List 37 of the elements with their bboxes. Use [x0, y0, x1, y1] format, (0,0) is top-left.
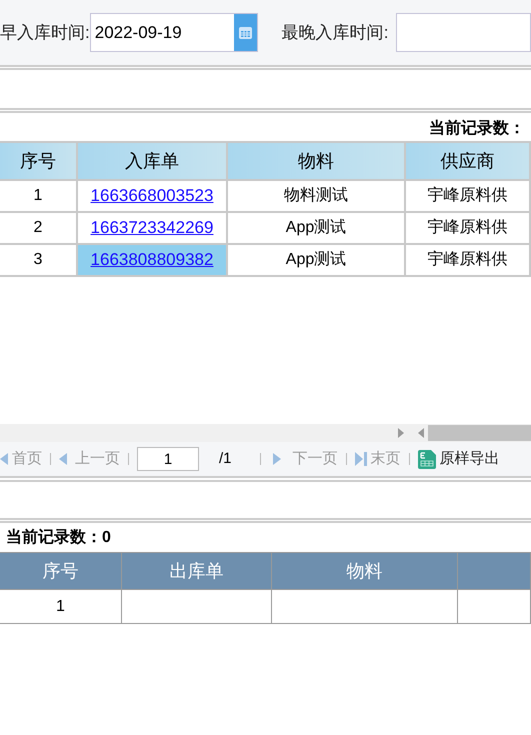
- calendar-icon: [238, 25, 253, 40]
- filter-label: 早入库时间:: [0, 22, 90, 44]
- order-link[interactable]: 1663668003523: [78, 181, 228, 211]
- scroll-left-icon[interactable]: [418, 428, 424, 438]
- previous-page-icon: [59, 453, 67, 465]
- table-cell: 2: [0, 213, 78, 243]
- table-cell: 宇峰原料供: [406, 245, 531, 275]
- next-page-icon: [272, 453, 281, 465]
- page-total: /1: [219, 448, 232, 469]
- calendar-button[interactable]: [234, 14, 257, 51]
- date-field[interactable]: [396, 13, 531, 52]
- table-cell: App测试: [228, 213, 406, 243]
- record-count: 当前记录数：0: [6, 528, 111, 548]
- scrollbar-thumb[interactable]: [428, 425, 531, 441]
- column-header[interactable]: 序号: [0, 143, 78, 179]
- order-link[interactable]: 1663808809382: [78, 245, 228, 275]
- export-button[interactable]: 原样导出: [440, 448, 500, 470]
- page-input[interactable]: 1: [137, 447, 199, 471]
- filter-label: 最晚入库时间:: [282, 22, 388, 44]
- table-cell: 宇峰原料供: [406, 181, 531, 211]
- table-cell-text: 1: [56, 596, 65, 616]
- order-link[interactable]: 1663723342269: [78, 213, 228, 243]
- column-header[interactable]: 供应商: [406, 143, 531, 179]
- horizontal-scrollbar[interactable]: [0, 424, 531, 442]
- column-header[interactable]: 入库单: [78, 143, 228, 179]
- first-page-icon: [0, 453, 8, 465]
- scroll-right-icon[interactable]: [398, 428, 404, 438]
- spreadsheet-icon: [418, 450, 436, 468]
- table-cell: 物料测试: [228, 181, 406, 211]
- date-value: 2022-09-19: [94, 22, 183, 44]
- table-cell: App测试: [228, 245, 406, 275]
- record-count: 当前记录数：: [429, 118, 526, 139]
- column-header[interactable]: 物料: [228, 143, 406, 179]
- table-cell: 1: [0, 181, 78, 211]
- last-page-icon: [354, 452, 367, 466]
- date-field[interactable]: 2022-09-19: [90, 13, 258, 52]
- table-cell: 宇峰原料供: [406, 213, 531, 243]
